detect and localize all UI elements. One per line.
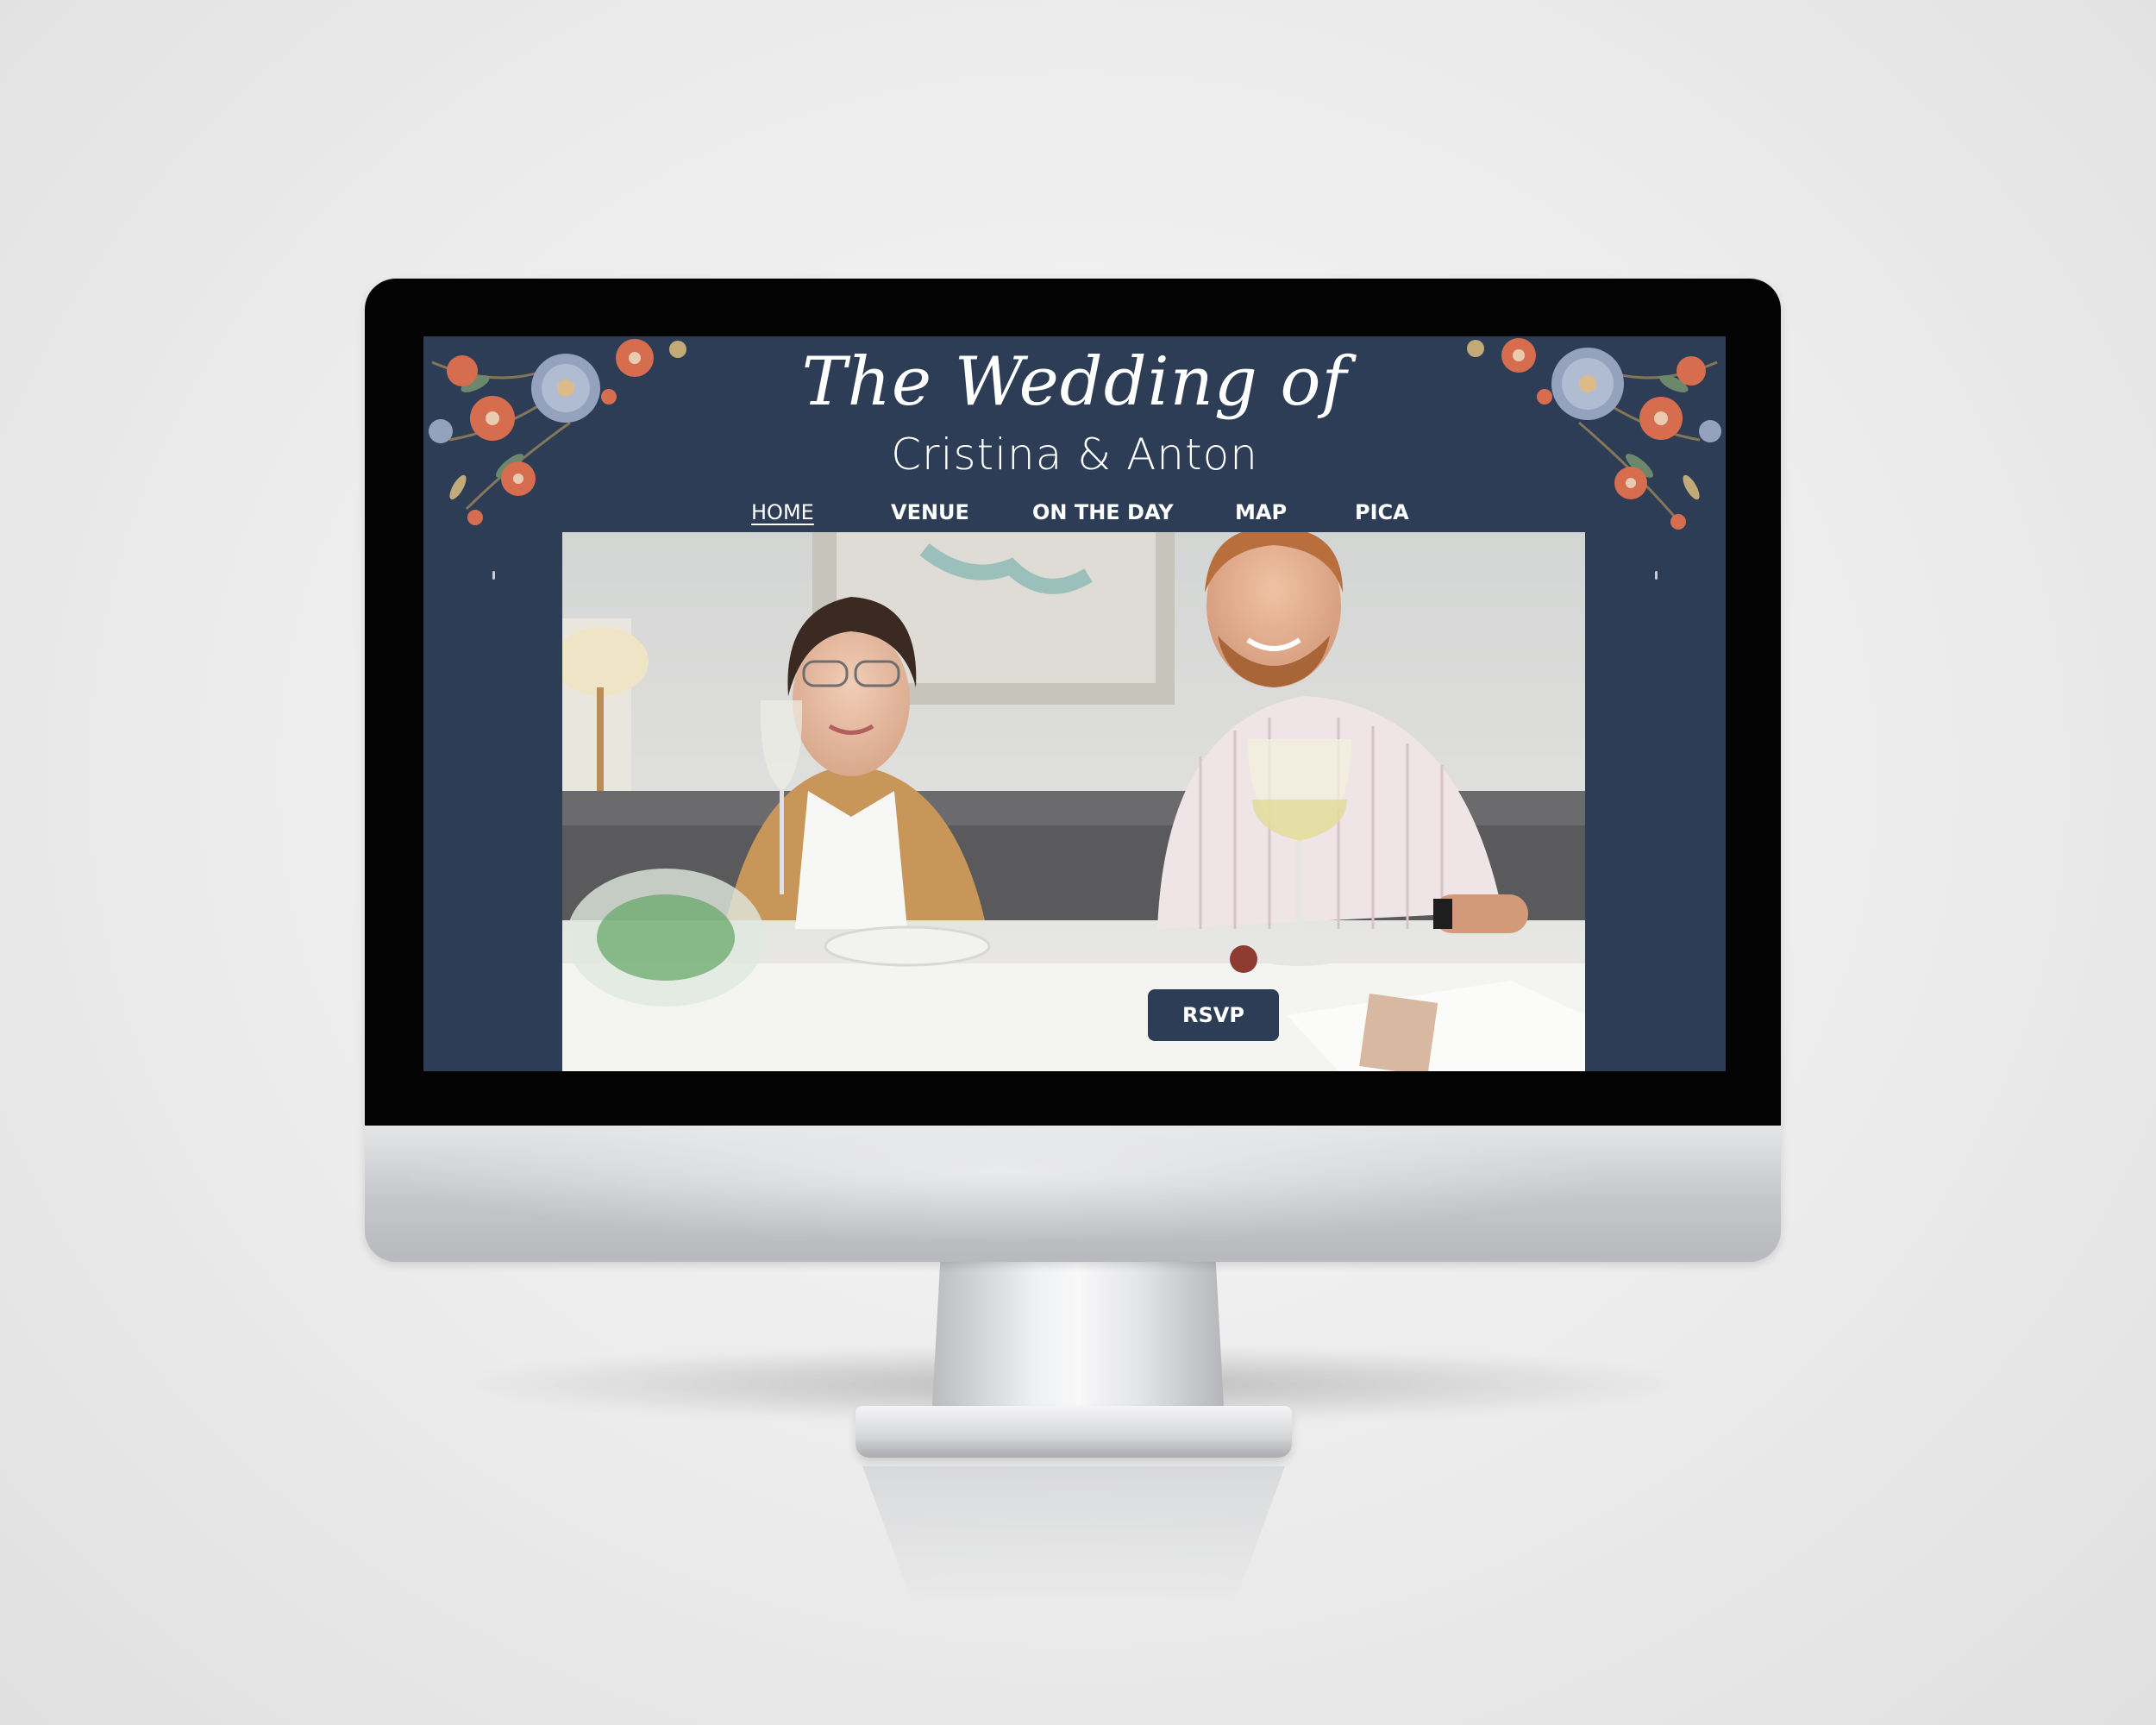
hero-photo: RSVP bbox=[562, 532, 1585, 1071]
rsvp-button[interactable]: RSVP bbox=[1148, 989, 1279, 1041]
couple-names: Cristina & Anton bbox=[891, 430, 1258, 480]
main-nav: HOME VENUE ON THE DAY MAP PICA bbox=[751, 500, 1409, 535]
wedding-script-title: The Wedding of bbox=[801, 343, 1348, 421]
nav-item-on-the-day[interactable]: ON THE DAY bbox=[1032, 500, 1174, 524]
nav-item-home[interactable]: HOME bbox=[751, 500, 814, 524]
decorative-mark bbox=[1655, 571, 1658, 580]
monitor: The Wedding of Cristina & Anton HOME VEN… bbox=[365, 279, 1781, 1262]
nav-item-map[interactable]: MAP bbox=[1235, 500, 1287, 524]
monitor-stand-base bbox=[856, 1406, 1292, 1458]
nav-item-pica[interactable]: PICA bbox=[1355, 500, 1409, 524]
decorative-mark bbox=[492, 571, 495, 580]
nav-item-venue[interactable]: VENUE bbox=[891, 500, 969, 524]
monitor-stand-neck bbox=[931, 1262, 1225, 1421]
couple-photo bbox=[562, 532, 1585, 1071]
stand-reflection bbox=[862, 1466, 1285, 1604]
monitor-chin-shine bbox=[365, 1126, 1781, 1262]
website-screen: The Wedding of Cristina & Anton HOME VEN… bbox=[423, 336, 1726, 1071]
